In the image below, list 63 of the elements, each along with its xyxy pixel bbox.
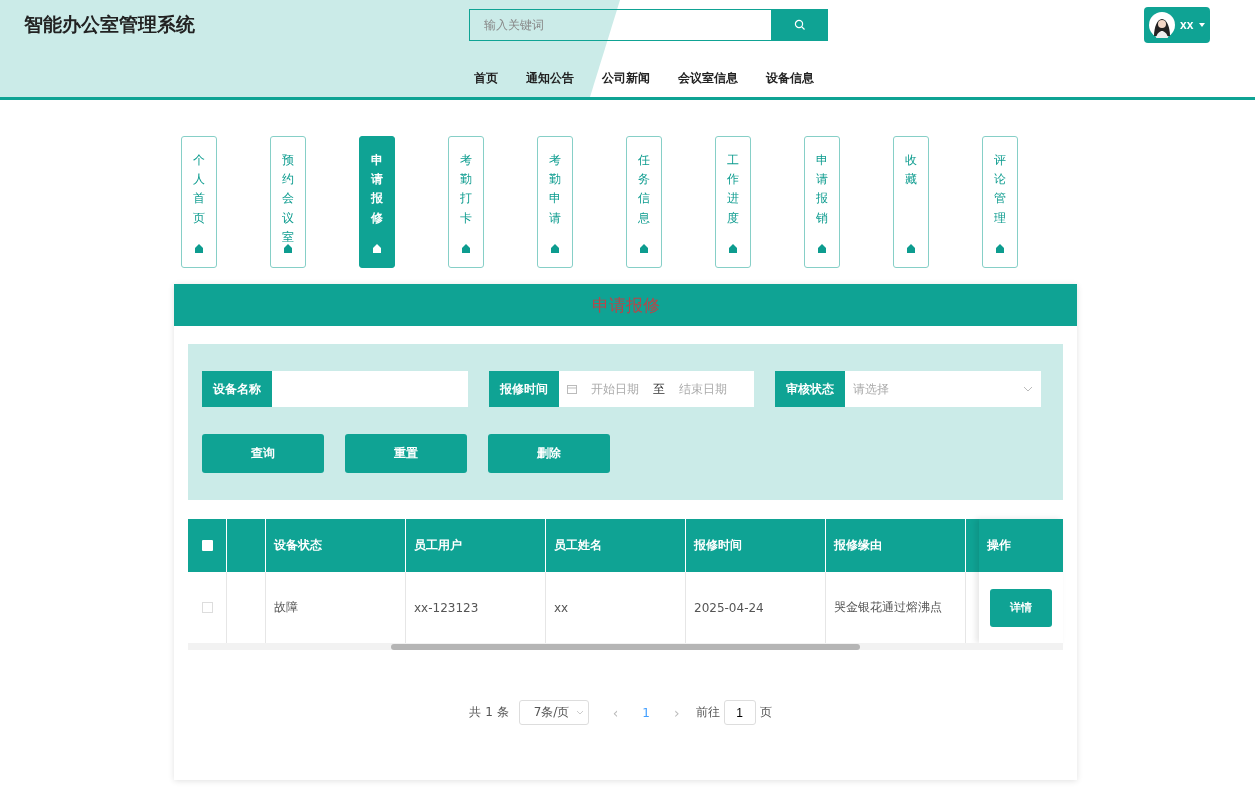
column-header: 设备状态 xyxy=(266,519,406,572)
avatar-icon xyxy=(1149,12,1175,38)
scrollbar-thumb[interactable] xyxy=(391,644,860,650)
page-number[interactable]: 1 xyxy=(634,705,658,720)
search-field[interactable]: 输入关键词 xyxy=(469,9,772,41)
panel-title: 申请报修 xyxy=(174,284,1077,326)
home-icon xyxy=(284,244,292,253)
caret-icon xyxy=(1198,22,1207,28)
action-button[interactable]: 删除 xyxy=(488,434,610,473)
side-menu-item[interactable]: 个人首页 xyxy=(181,136,217,268)
side-menu-item[interactable]: 评论管理 xyxy=(982,136,1018,268)
home-icon xyxy=(996,244,1004,253)
home-icon xyxy=(907,244,915,253)
home-icon xyxy=(551,244,559,253)
filter-label: 设备名称 xyxy=(202,371,272,407)
nav-link[interactable]: 设备信息 xyxy=(752,60,828,97)
side-menu-item[interactable]: 申请报修 xyxy=(359,136,395,268)
device-name-field[interactable] xyxy=(272,371,468,407)
home-icon xyxy=(373,244,381,253)
filter-label: 审核状态 xyxy=(775,371,845,407)
user-menu-button[interactable]: xx xyxy=(1144,7,1210,43)
side-menu-item[interactable]: 预约会议室 xyxy=(270,136,306,268)
column-header: 报修缘由 xyxy=(826,519,966,572)
home-icon xyxy=(640,244,648,253)
nav-link[interactable]: 公司新闻 xyxy=(588,60,664,97)
row-checkbox[interactable] xyxy=(201,602,213,613)
page-size-select[interactable]: 7条/页 xyxy=(518,700,589,725)
column-header: 操作 xyxy=(979,519,1063,572)
search-button[interactable] xyxy=(772,9,828,41)
side-menu-item[interactable]: 申请报销 xyxy=(804,136,840,268)
nav-link[interactable]: 会议室信息 xyxy=(664,60,752,97)
side-menu-item[interactable]: 工作进度 xyxy=(715,136,751,268)
page-input[interactable]: 1 xyxy=(723,700,756,725)
search-icon xyxy=(794,19,806,31)
side-menu-item[interactable]: 任务信息 xyxy=(626,136,662,268)
goto-label: 前往 xyxy=(695,704,720,721)
home-icon xyxy=(818,244,826,253)
column-header: 报修时间 xyxy=(686,519,826,572)
column-header: 员工姓名 xyxy=(546,519,686,572)
status-select[interactable]: 请选择 xyxy=(845,371,1041,407)
select-all-checkbox[interactable] xyxy=(201,540,213,551)
action-button[interactable]: 重置 xyxy=(345,434,467,473)
page-suffix: 页 xyxy=(759,704,772,721)
nav-link[interactable]: 通知公告 xyxy=(512,60,588,97)
date-range-field[interactable]: 开始日期 至 结束日期 xyxy=(559,371,754,407)
side-menu-item[interactable]: 收藏 xyxy=(893,136,929,268)
prev-page-button[interactable]: ‹ xyxy=(606,704,625,721)
action-button[interactable]: 查询 xyxy=(202,434,324,473)
filter-label: 报修时间 xyxy=(489,371,559,407)
total-count: 共 1 条 xyxy=(469,704,509,721)
details-button[interactable]: 详情 xyxy=(990,588,1052,627)
chevron-down-icon xyxy=(1023,386,1033,392)
home-icon xyxy=(729,244,737,253)
chevron-down-icon xyxy=(575,710,584,715)
calendar-icon xyxy=(567,384,577,394)
nav-link[interactable]: 首页 xyxy=(460,60,512,97)
home-icon xyxy=(462,244,470,253)
home-icon xyxy=(195,244,203,253)
side-menu-item[interactable]: 考勤申请 xyxy=(537,136,573,268)
next-page-button[interactable]: › xyxy=(667,704,686,721)
site-title: 智能办公室管理系统 xyxy=(24,12,196,37)
side-menu-item[interactable]: 考勤打卡 xyxy=(448,136,484,268)
column-header: 员工用户 xyxy=(406,519,546,572)
